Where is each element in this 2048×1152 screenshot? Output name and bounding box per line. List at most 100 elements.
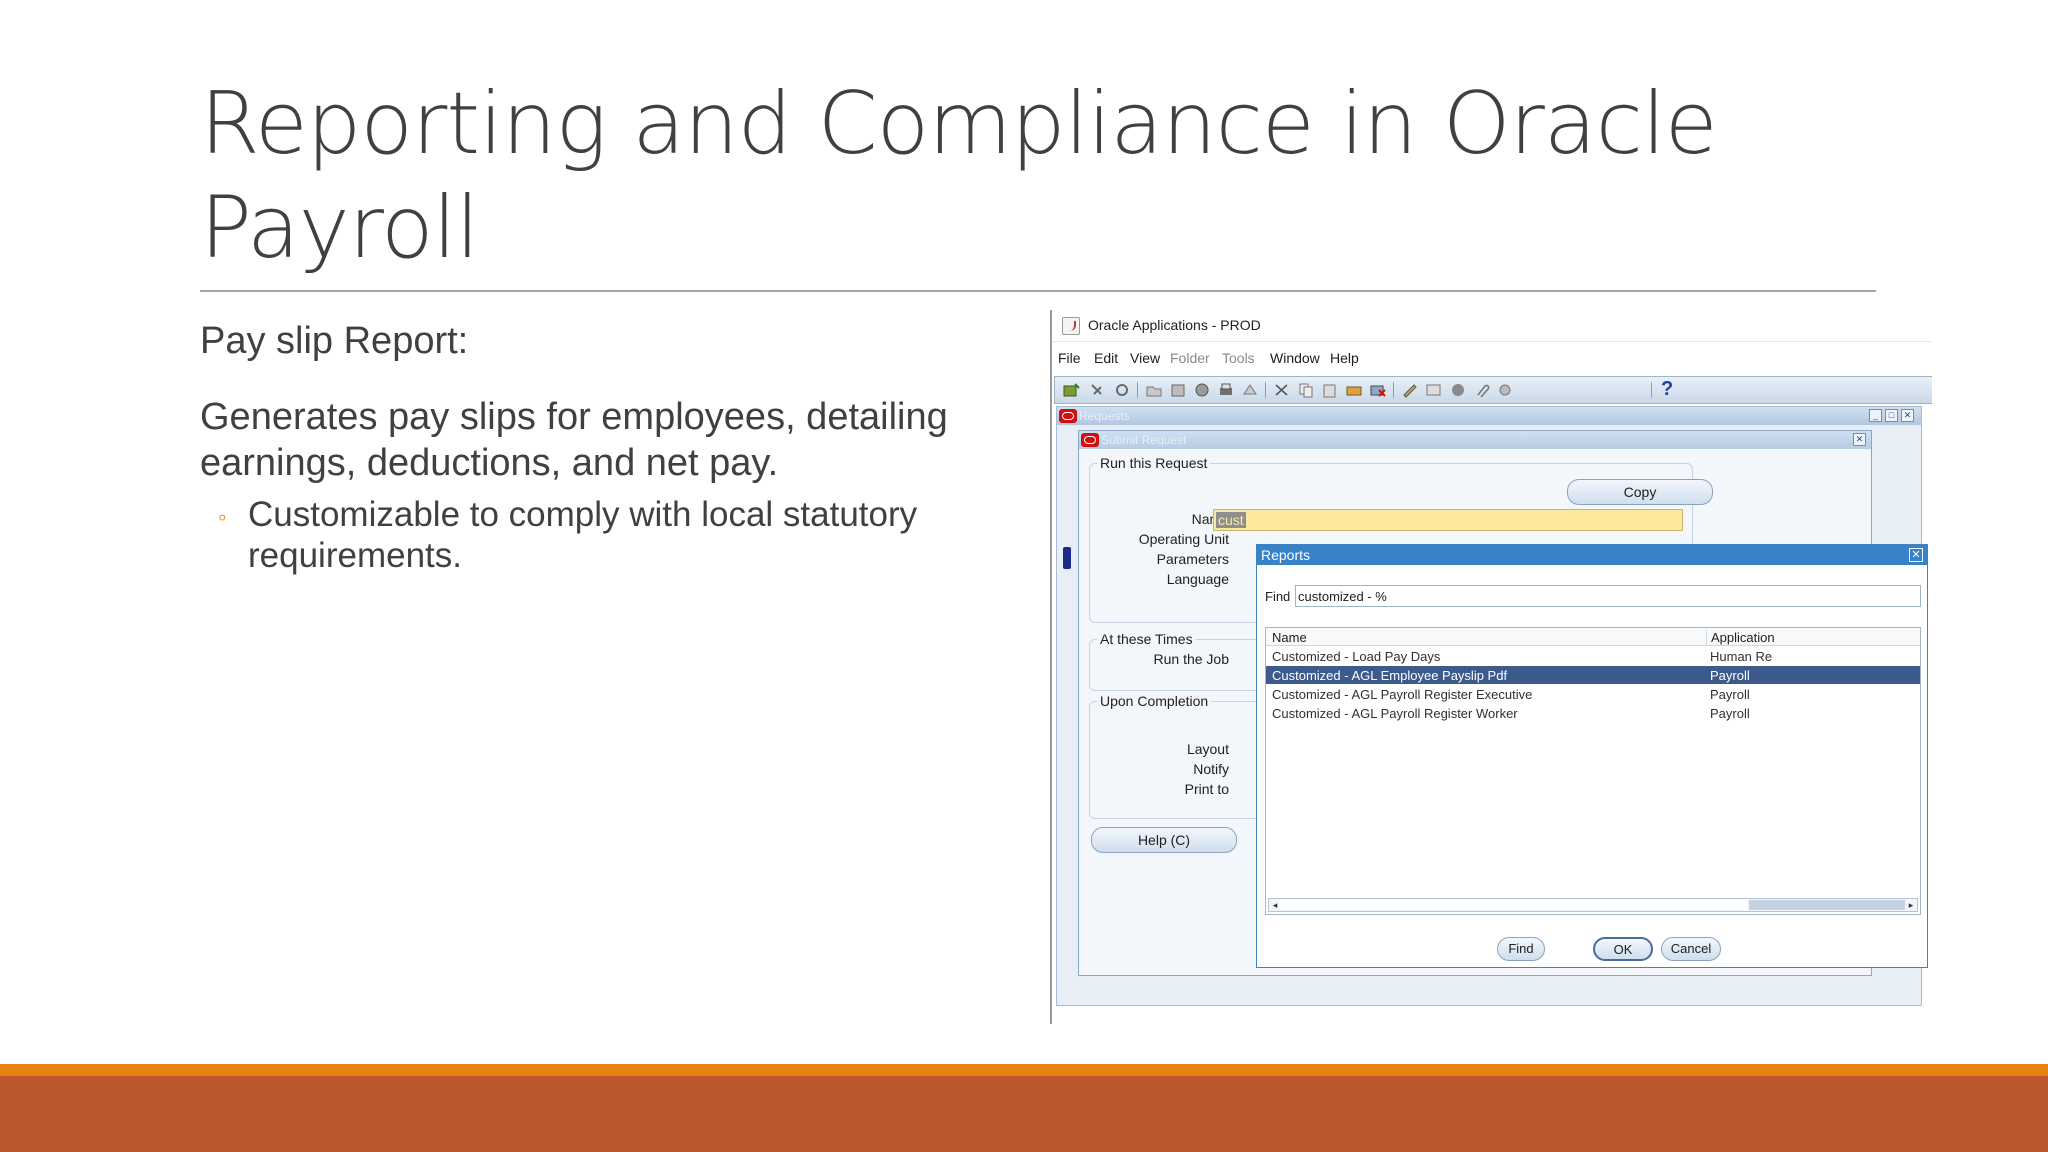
body-paragraph: Generates pay slips for employees, detai… (200, 396, 948, 484)
list-item-name: Customized - AGL Employee Payslip Pdf (1272, 668, 1508, 683)
column-header-application[interactable]: Application (1706, 630, 1775, 645)
horizontal-scrollbar[interactable]: ◂ ▸ (1268, 898, 1918, 912)
completion-group-label: Upon Completion (1097, 693, 1212, 709)
ok-button[interactable]: OK (1593, 937, 1653, 961)
translations-icon[interactable] (1449, 382, 1467, 398)
minimize-icon[interactable]: _ (1869, 409, 1882, 422)
window-title: Oracle Applications - PROD (1088, 317, 1261, 333)
requests-titlebar: Requests _ □ ✕ (1057, 407, 1921, 425)
zoom-icon[interactable] (1425, 382, 1443, 398)
oracle-logo-icon (1059, 409, 1077, 423)
requests-title: Requests (1079, 409, 1130, 423)
bullet-text: Customizable to comply with local statut… (248, 495, 918, 575)
scrollbar-track[interactable] (1749, 900, 1905, 910)
save-icon[interactable] (1169, 382, 1187, 398)
attachments-icon[interactable] (1473, 382, 1491, 398)
schedule-group-label: At these Times (1097, 631, 1196, 647)
menu-file[interactable]: File (1058, 350, 1081, 366)
list-item-application: Payroll (1710, 706, 1750, 721)
list-item[interactable]: Customized - AGL Payroll Register Execut… (1266, 685, 1920, 703)
toolbar-separator (1393, 382, 1394, 398)
list-item[interactable]: Customized - Load Pay Days Human Re (1266, 647, 1920, 665)
new-record-icon[interactable] (1063, 382, 1081, 398)
print-to-label: Print to (1184, 781, 1229, 797)
parameters-label: Parameters (1156, 551, 1229, 567)
reports-title: Reports (1261, 547, 1311, 563)
list-item-application: Human Re (1710, 649, 1773, 664)
cut-icon[interactable] (1273, 382, 1291, 398)
oracle-logo-icon (1081, 433, 1099, 447)
name-input-selected-text: cust (1216, 512, 1246, 528)
title-divider (200, 290, 1876, 292)
name-input[interactable]: cust (1213, 509, 1683, 531)
language-label: Language (1166, 571, 1229, 587)
bullet-circle-icon: ◦ (218, 504, 227, 531)
scrollbar-thumb[interactable] (1279, 900, 1747, 910)
reports-dialog: Reports ✕ Find customized - % Name Appli… (1256, 544, 1928, 968)
close-icon[interactable]: ✕ (1909, 548, 1923, 562)
run-request-group-label: Run this Request (1097, 455, 1211, 471)
list-item[interactable]: Customized - AGL Payroll Register Worker… (1266, 704, 1920, 722)
bullet-item: ◦ Customizable to comply with local stat… (200, 494, 1030, 576)
copy-button[interactable]: Copy (1567, 479, 1713, 505)
list-item-name: Customized - Load Pay Days (1272, 649, 1441, 664)
list-item-application: Payroll (1710, 668, 1750, 683)
footer-band-orange (0, 1064, 2048, 1076)
java-icon (1062, 317, 1080, 335)
slide-title: Reporting and Compliance in Oracle Payro… (200, 74, 1718, 278)
close-icon[interactable]: ✕ (1853, 433, 1866, 446)
layout-label: Layout (1186, 741, 1229, 757)
navigator-icon[interactable] (1089, 382, 1107, 398)
operating-unit-label: Operating Unit (1138, 531, 1229, 547)
list-item-application: Payroll (1710, 687, 1750, 702)
menu-edit[interactable]: Edit (1094, 350, 1118, 366)
menu-view[interactable]: View (1130, 350, 1160, 366)
toolbar-separator (1651, 382, 1652, 398)
maximize-icon[interactable]: □ (1885, 409, 1898, 422)
window-titlebar: Oracle Applications - PROD (1052, 310, 1932, 342)
menu-window[interactable]: Window (1270, 350, 1320, 366)
record-indicator (1063, 547, 1071, 569)
footer-band-rust (0, 1076, 2048, 1152)
edit-field-icon[interactable] (1401, 382, 1419, 398)
toolbar-separator (1265, 382, 1266, 398)
list-item-selected[interactable]: Customized - AGL Employee Payslip Pdf Pa… (1266, 666, 1920, 684)
menu-tools[interactable]: Tools (1222, 350, 1255, 366)
list-item-name: Customized - AGL Payroll Register Worker (1272, 706, 1518, 721)
menu-help[interactable]: Help (1330, 350, 1359, 366)
menu-folder[interactable]: Folder (1170, 350, 1210, 366)
column-header-name[interactable]: Name (1272, 630, 1307, 645)
help-icon[interactable]: ? (1661, 378, 1673, 401)
refresh-icon[interactable] (1113, 382, 1131, 398)
delete-record-icon[interactable] (1369, 382, 1387, 398)
find-button[interactable]: Find (1497, 937, 1545, 961)
cancel-button[interactable]: Cancel (1661, 937, 1721, 961)
open-folder-icon[interactable] (1145, 382, 1163, 398)
reports-list: Name Application Customized - Load Pay D… (1265, 627, 1921, 915)
name-label: Name (1191, 511, 1229, 527)
toolbar-separator (1137, 382, 1138, 398)
section-heading: Pay slip Report: (200, 320, 469, 362)
new-record-line-icon[interactable] (1345, 382, 1363, 398)
copy-icon[interactable] (1297, 382, 1315, 398)
scroll-right-icon[interactable]: ▸ (1905, 899, 1917, 911)
run-job-label: Run the Job (1153, 651, 1230, 667)
save-continue-icon[interactable] (1193, 382, 1211, 398)
folder-tools-icon[interactable] (1497, 382, 1515, 398)
oracle-apps-screenshot: Oracle Applications - PROD File Edit Vie… (1050, 310, 1932, 1024)
list-item-name: Customized - AGL Payroll Register Execut… (1272, 687, 1533, 702)
list-header: Name Application (1266, 628, 1920, 646)
find-input[interactable]: customized - % (1295, 585, 1921, 607)
reports-titlebar: Reports ✕ (1257, 545, 1927, 565)
close-form-icon[interactable] (1241, 382, 1259, 398)
find-label: Find (1265, 589, 1291, 604)
submit-request-titlebar: Submit Request ✕ (1079, 431, 1871, 449)
notify-label: Notify (1193, 761, 1229, 777)
submit-request-title: Submit Request (1101, 433, 1187, 447)
print-icon[interactable] (1217, 382, 1235, 398)
help-button[interactable]: Help (C) (1091, 827, 1237, 853)
slide-body: Pay slip Report: Generates pay slips for… (200, 318, 1030, 576)
toolbar: ? (1054, 376, 1932, 404)
close-icon[interactable]: ✕ (1901, 409, 1914, 422)
paste-icon[interactable] (1321, 382, 1339, 398)
